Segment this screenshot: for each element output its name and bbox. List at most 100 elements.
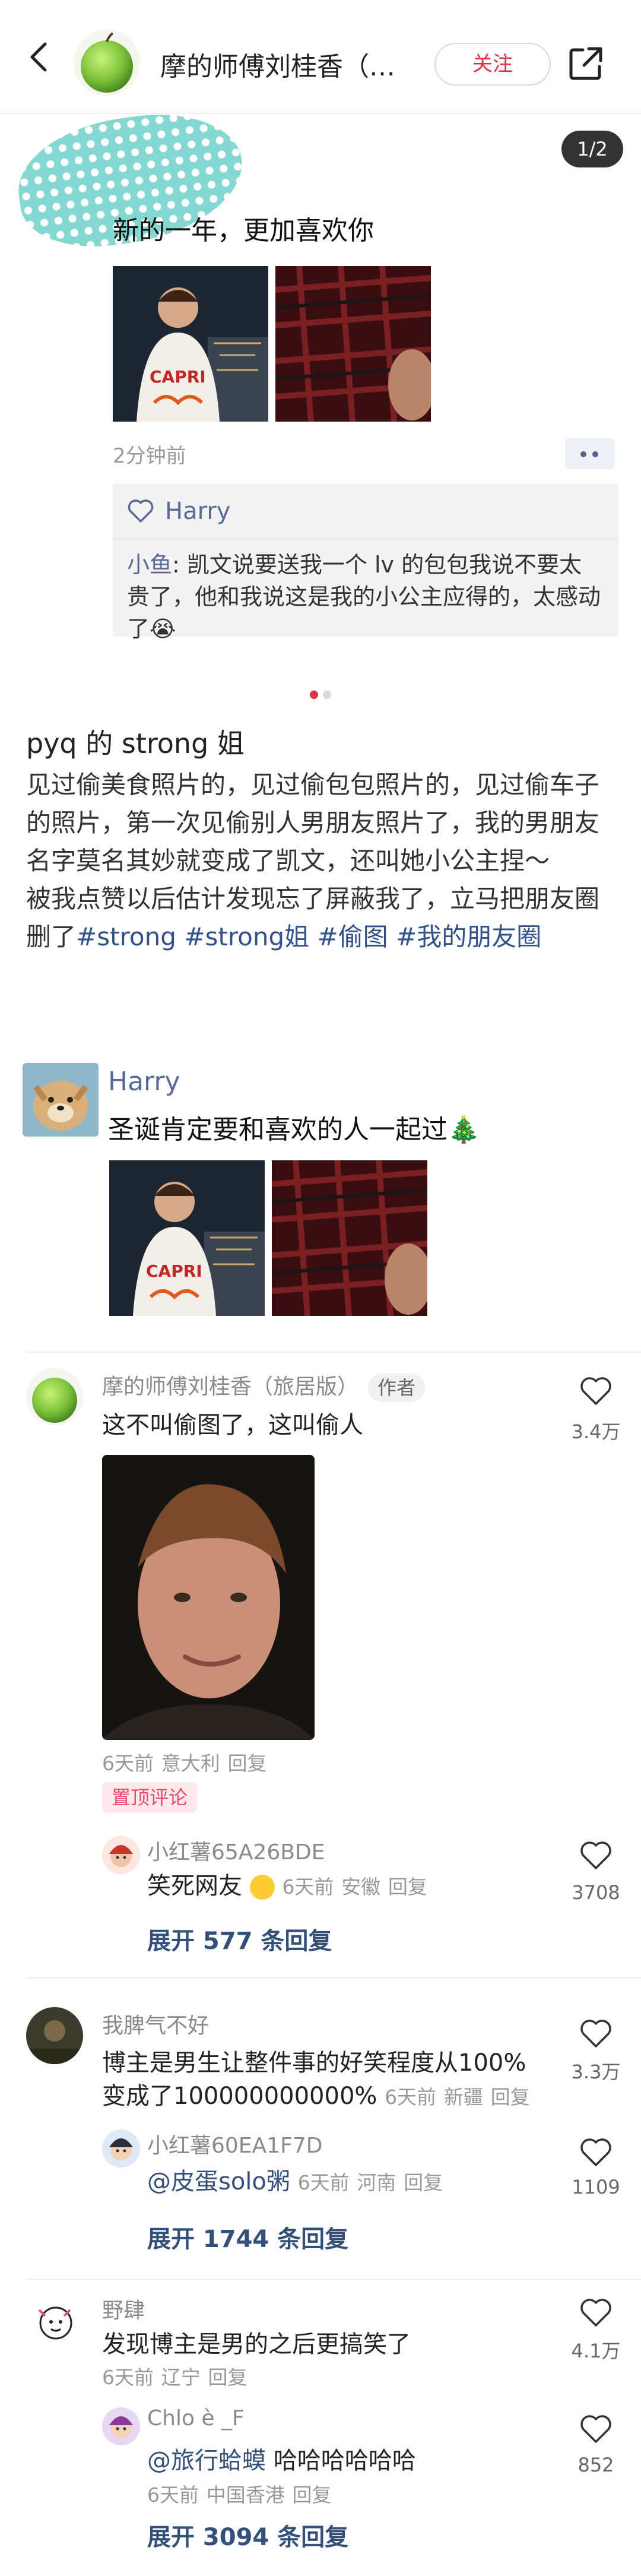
heart-outline-icon: [128, 499, 154, 523]
moment-caption: 新的一年，更加喜欢你: [113, 216, 374, 246]
like-heart-icon[interactable]: [579, 2019, 613, 2049]
top-bar: 摩的师傅刘桂香（… 关注: [0, 0, 641, 114]
like-heart-icon[interactable]: [579, 1841, 613, 1871]
comment-location: 辽宁: [161, 2366, 201, 2389]
like-count: 3.3万: [571, 2061, 621, 2083]
svg-text:CAPRI: CAPRI: [150, 367, 206, 387]
mention-link[interactable]: @旅行蛤蟆: [147, 2447, 266, 2474]
moment-photo-2: [275, 266, 431, 422]
like-count: 1109: [572, 2176, 620, 2198]
like-heart-icon[interactable]: [579, 1376, 613, 1406]
reply-author: 小鱼: [127, 552, 173, 578]
comment-text-line-2[interactable]: 变成了100000000000% 6天前 新疆 回复: [102, 2080, 530, 2114]
author-badge: 作者: [368, 1374, 426, 1402]
like-heart-icon[interactable]: [579, 2138, 613, 2167]
moment-author: Harry: [108, 1067, 180, 1097]
like-count: 3708: [572, 1881, 620, 1904]
like-heart-icon[interactable]: [579, 2298, 613, 2328]
mention-link[interactable]: @皮蛋solo粥: [147, 2168, 290, 2195]
reply-avatar[interactable]: [102, 2407, 140, 2445]
commenter-avatar[interactable]: [26, 2007, 83, 2064]
reply-text[interactable]: 笑死网友 6天前 安徽 回复: [147, 1869, 427, 1904]
comment-author-name: 摩的师傅刘桂香（旅居版）: [102, 1375, 359, 1399]
post-image[interactable]: 1/2 新的一年，更加喜欢你 CAPRI 2分钟前 Harry 小鱼: 凯文说要…: [0, 102, 641, 699]
moment-time: 2分钟前: [113, 444, 186, 468]
moment-likes-box: Harry 小鱼: 凯文说要送我一个 lv 的包包我说不要太贵了，他和我说这是我…: [113, 483, 618, 642]
hashtag[interactable]: #strong: [76, 922, 176, 951]
pinned-badge: 置顶评论: [102, 1783, 198, 1812]
reply-time: 6天前: [282, 1875, 334, 1898]
post-paragraph-2: 被我点赞以后估计发现忘了屏蔽我了，立马把朋友圈删了#strong #strong…: [26, 880, 620, 956]
reply-meta: 6天前 中国香港 回复: [147, 2477, 331, 2512]
share-icon[interactable]: [567, 45, 604, 82]
reply-content: 哈哈哈哈哈哈: [266, 2447, 416, 2474]
like-count: 3.4万: [571, 1420, 621, 1443]
post-paragraph-1: 见过偷美食照片的，见过偷包包照片的，见过偷车子的照片，第一次见偷别人男朋友照片了…: [26, 770, 600, 875]
reply-author[interactable]: Chlo è _F: [147, 2406, 245, 2431]
comment-text[interactable]: 发现博主是男的之后更搞笑了: [102, 2328, 411, 2361]
reply-author[interactable]: 小红薯65A26BDE: [147, 1835, 325, 1866]
reply-button[interactable]: 回复: [404, 2171, 443, 2194]
comment-location: 新疆: [443, 2086, 483, 2109]
svg-text:CAPRI: CAPRI: [146, 1261, 202, 1281]
comment-author[interactable]: 我脾气不好: [102, 2008, 209, 2039]
reply-button[interactable]: 回复: [388, 1875, 427, 1898]
moment-more-icon[interactable]: [565, 438, 615, 469]
divider: [26, 2279, 641, 2280]
back-icon[interactable]: [23, 39, 58, 75]
hashtag[interactable]: #偷图: [317, 922, 388, 951]
comment-image[interactable]: [102, 1455, 315, 1740]
liker-name: Harry: [165, 498, 231, 525]
reply-content: : 凯文说要送我一个 lv 的包包我说不要太贵了，他和我说这是我的小公主应得的，…: [127, 552, 601, 642]
reply-avatar[interactable]: [102, 2129, 140, 2167]
comment-time: 6天前: [102, 2366, 154, 2389]
author-name[interactable]: 摩的师傅刘桂香（…: [160, 45, 395, 83]
comment-location: 意大利: [161, 1752, 220, 1775]
reply-content: 笑死网友: [147, 1872, 242, 1900]
reply-time: 6天前: [147, 2483, 199, 2507]
comment-author[interactable]: 野肆: [102, 2293, 145, 2324]
expand-replies-button[interactable]: 展开 577 条回复: [147, 1922, 332, 1956]
follow-button[interactable]: 关注: [434, 43, 551, 86]
reply-location: 中国香港: [206, 2483, 285, 2507]
carousel-dots: [310, 690, 336, 701]
reply-avatar[interactable]: [102, 1836, 140, 1874]
comment-text-line-1[interactable]: 博主是男生让整件事的好笑程度从100%: [102, 2046, 526, 2080]
comment-time: 6天前: [102, 1752, 154, 1775]
divider: [26, 1352, 641, 1353]
reply-time: 6天前: [297, 2171, 350, 2194]
commenter-avatar[interactable]: [26, 2292, 83, 2349]
reply-button[interactable]: 回复: [292, 2483, 331, 2507]
comment-text-2: 变成了100000000000%: [102, 2083, 377, 2110]
like-count: 4.1万: [571, 2340, 621, 2362]
divider: [26, 1977, 641, 1979]
comment-author[interactable]: 摩的师傅刘桂香（旅居版） 作者: [102, 1369, 426, 1402]
reply-text[interactable]: @旅行蛤蟆 哈哈哈哈哈哈: [147, 2444, 416, 2477]
reply-button[interactable]: 回复: [227, 1752, 266, 1775]
page-indicator: 1/2: [561, 131, 623, 167]
reply-location: 河南: [357, 2171, 396, 2194]
comment-meta: 6天前 意大利 回复: [102, 1746, 266, 1780]
hashtag[interactable]: #strong姐: [184, 922, 309, 951]
moment-photo-1: CAPRI: [113, 266, 268, 422]
reply-text[interactable]: @皮蛋solo粥 6天前 河南 回复: [147, 2165, 443, 2200]
commenter-avatar[interactable]: [26, 1368, 83, 1425]
comment-time: 6天前: [385, 2086, 437, 2109]
reply-button[interactable]: 回复: [491, 2086, 530, 2109]
comment-text[interactable]: 这不叫偷图了，这叫偷人: [102, 1409, 363, 1442]
reply-author[interactable]: 小红薯60EA1F7D: [147, 2128, 322, 2159]
reply-button[interactable]: 回复: [208, 2366, 247, 2389]
laughing-crying-emoji-icon: [249, 1875, 275, 1900]
author-avatar[interactable]: [74, 30, 140, 96]
moment2-photo-1: CAPRI: [109, 1160, 265, 1316]
moment2-photo-2: [272, 1160, 427, 1316]
moment-reply: 小鱼: 凯文说要送我一个 lv 的包包我说不要太贵了，他和我说这是我的小公主应得…: [127, 549, 602, 645]
like-heart-icon[interactable]: [579, 2414, 613, 2444]
expand-replies-button[interactable]: 展开 3094 条回复: [147, 2518, 348, 2552]
divider: [113, 538, 618, 539]
expand-replies-button[interactable]: 展开 1744 条回复: [147, 2220, 348, 2254]
moment-text: 圣诞肯定要和喜欢的人一起过🎄: [108, 1115, 480, 1145]
hashtag[interactable]: #我的朋友圈: [396, 922, 541, 951]
post-body: 见过偷美食照片的，见过偷包包照片的，见过偷车子的照片，第一次见偷别人男朋友照片了…: [26, 766, 620, 956]
like-count: 852: [577, 2454, 614, 2476]
